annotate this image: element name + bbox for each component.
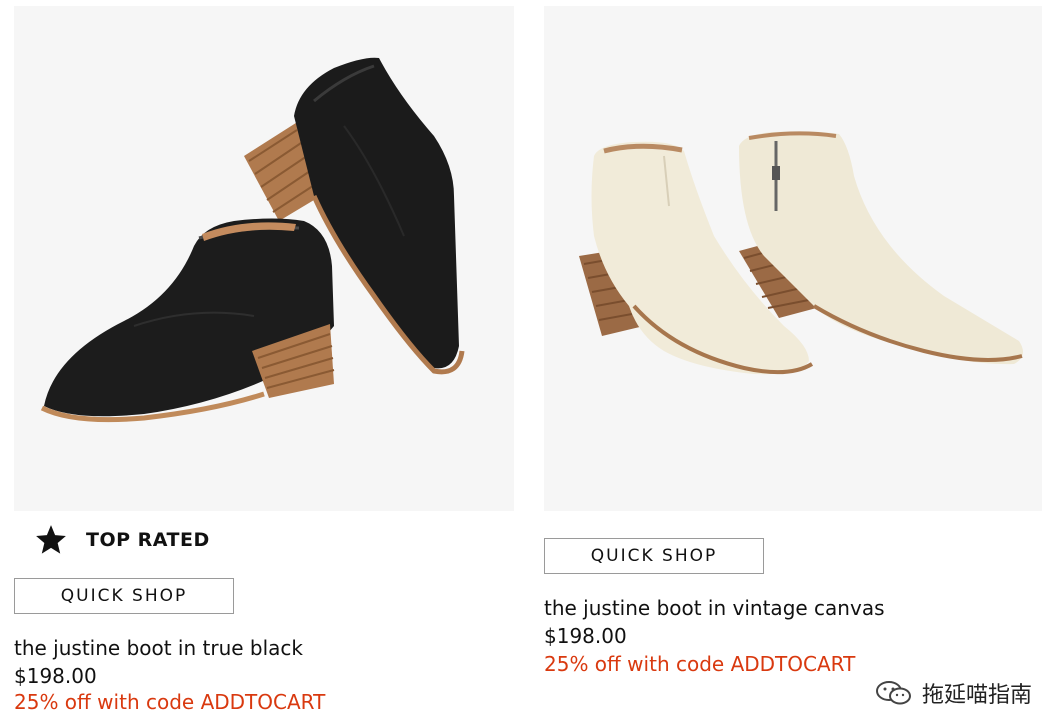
quick-shop-button[interactable]: QUICK SHOP bbox=[14, 578, 234, 614]
cream-canvas-ankle-boot-image bbox=[579, 131, 1023, 375]
promo-text: 25% off with code ADDTOCART bbox=[14, 690, 326, 711]
product-image-black-boot[interactable] bbox=[14, 6, 514, 511]
product-name-link[interactable]: the justine boot in true black bbox=[14, 636, 303, 660]
star-icon bbox=[36, 525, 66, 554]
product-price: $198.00 bbox=[14, 664, 97, 688]
promo-text: 25% off with code ADDTOCART bbox=[544, 652, 856, 676]
wechat-icon bbox=[875, 681, 911, 705]
product-name-link[interactable]: the justine boot in vintage canvas bbox=[544, 596, 885, 620]
product-price: $198.00 bbox=[544, 624, 627, 648]
product-grid-page: TOP RATED QUICK SHOP the justine boot in… bbox=[0, 0, 1062, 711]
product-image-canvas-boot[interactable] bbox=[544, 6, 1042, 511]
watermark-text: 拖延喵指南 bbox=[921, 683, 1032, 708]
quick-shop-button[interactable]: QUICK SHOP bbox=[544, 538, 764, 574]
front-boot bbox=[40, 218, 335, 423]
top-rated-label: TOP RATED bbox=[86, 529, 210, 551]
top-rated-badge: TOP RATED bbox=[34, 522, 210, 558]
product-card-true-black: TOP RATED QUICK SHOP the justine boot in… bbox=[14, 0, 514, 711]
watermark: 拖延喵指南 bbox=[874, 677, 1032, 709]
product-card-vintage-canvas: QUICK SHOP the justine boot in vintage c… bbox=[544, 0, 1042, 676]
black-ankle-boot-image bbox=[40, 57, 465, 423]
